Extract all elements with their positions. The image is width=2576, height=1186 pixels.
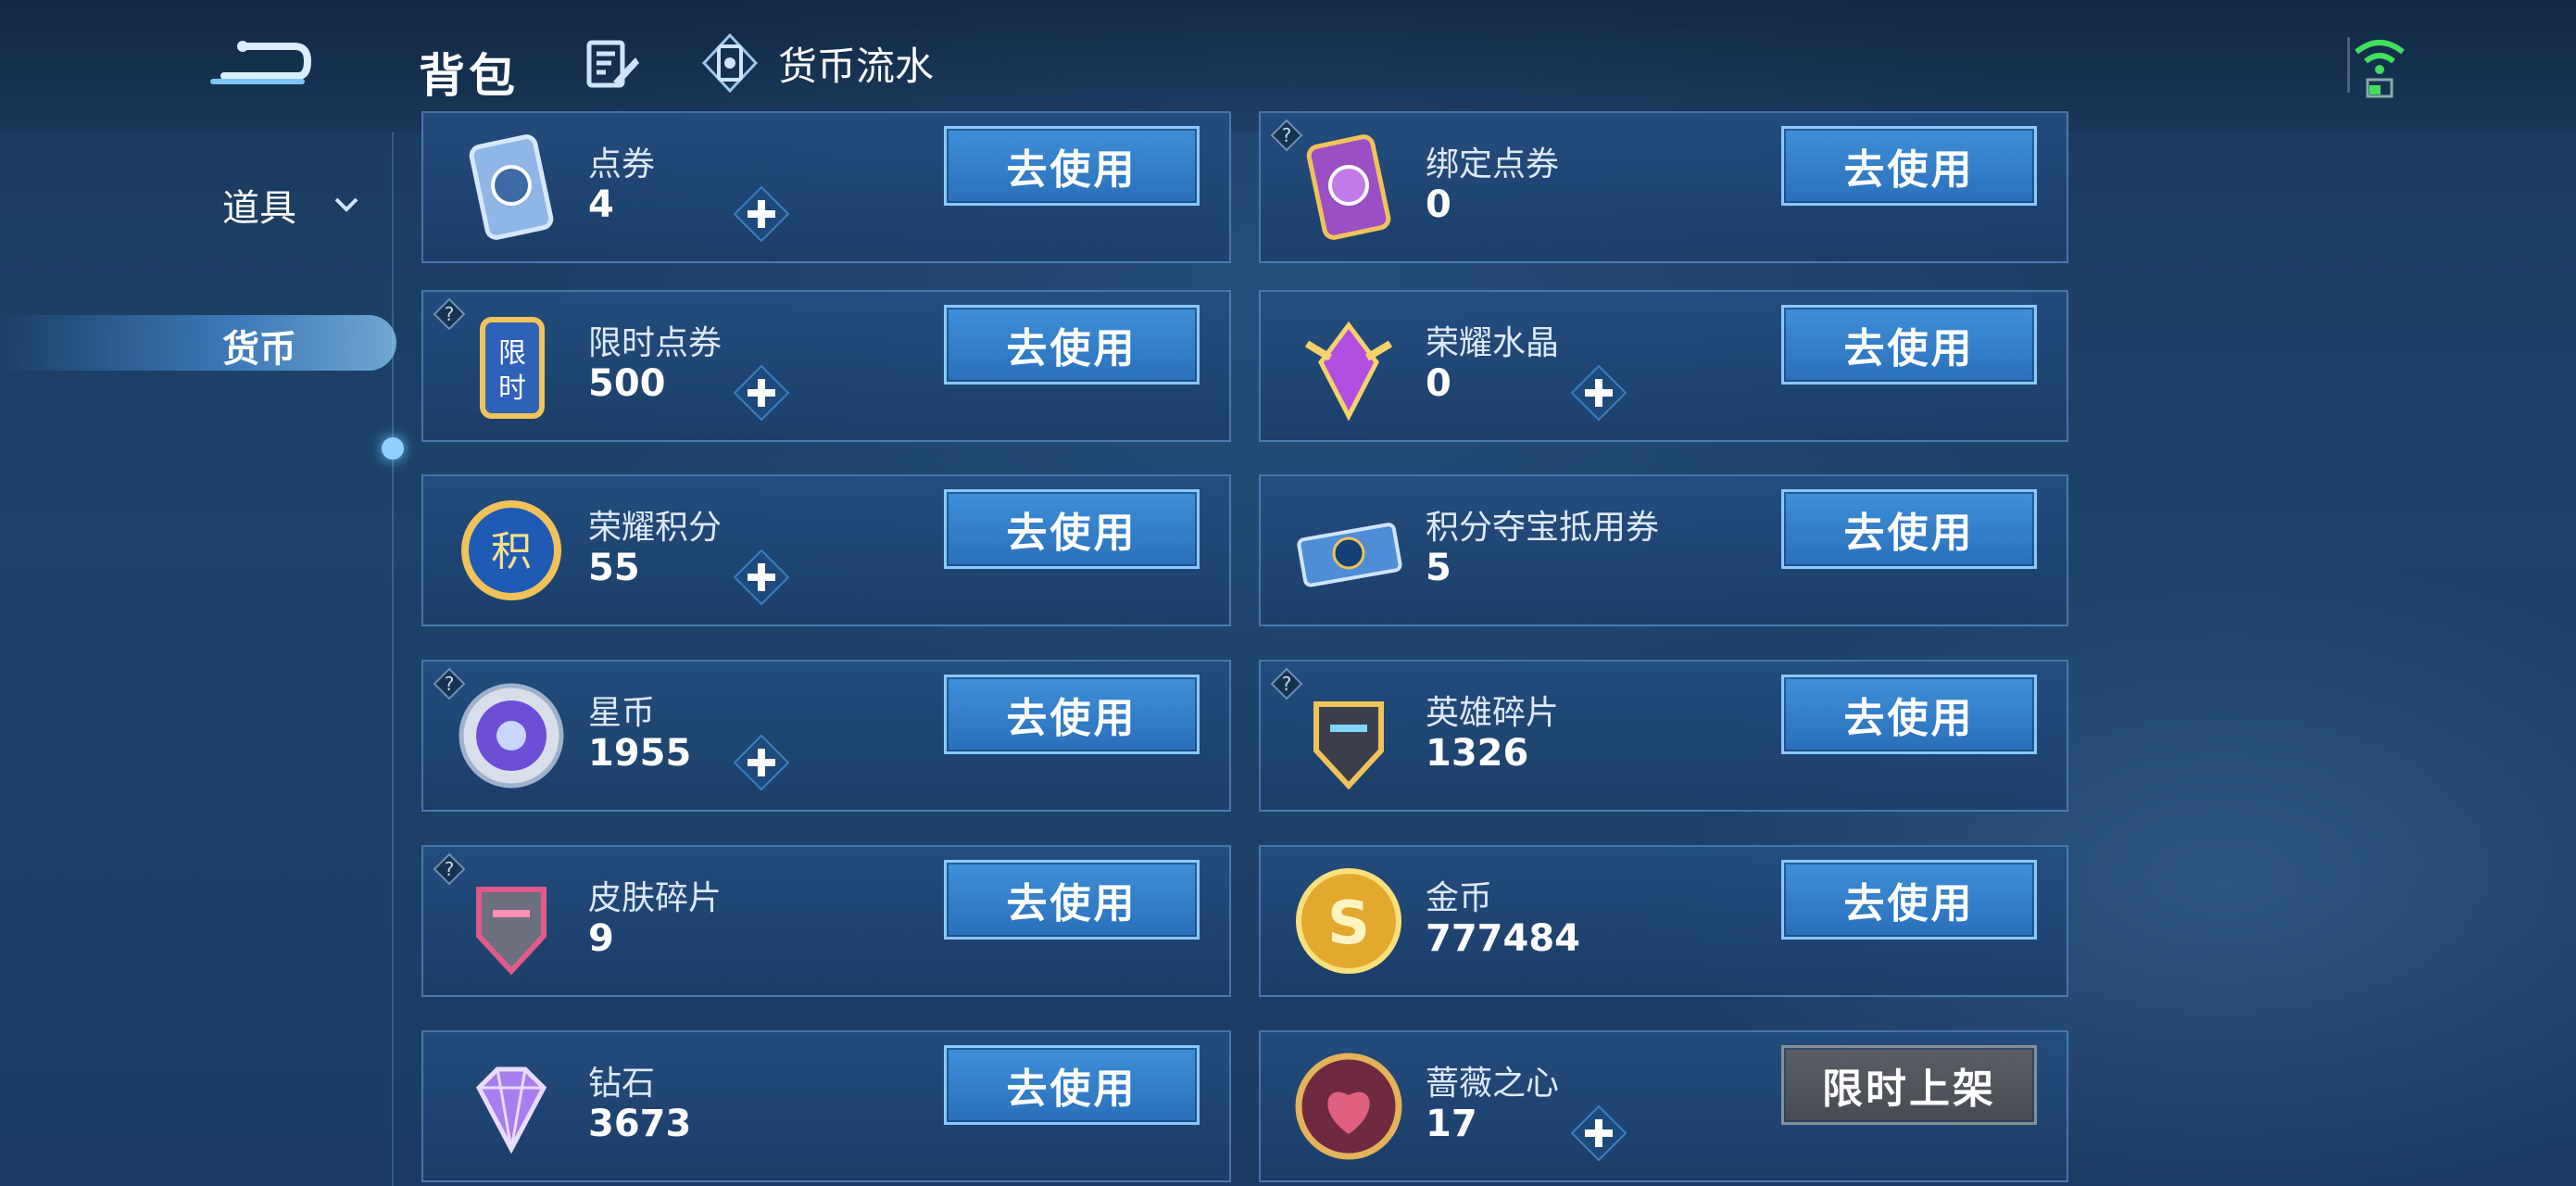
currency-card: 皮肤碎片 9 去使用	[421, 845, 1231, 997]
currency-count: 17	[1426, 1103, 1477, 1145]
currency-name: 英雄碎片	[1426, 694, 1560, 732]
currency-flow-tab[interactable]: 货币流水	[702, 33, 934, 93]
use-button[interactable]: 去使用	[1781, 489, 2037, 569]
currency-card: 积 荣耀积分 55 去使用	[421, 474, 1231, 626]
currency-name: 钻石	[588, 1065, 656, 1103]
currency-count: 1326	[1426, 732, 1529, 775]
sidebar: 道具 货币	[0, 132, 404, 1186]
help-icon[interactable]	[433, 297, 466, 331]
use-button[interactable]: 去使用	[944, 305, 1200, 385]
currency-name: 点券	[588, 145, 656, 183]
currency-card: 限时 限时点券 500 去使用	[421, 290, 1231, 442]
currency-name: 金币	[1426, 879, 1493, 917]
currency-card: 星币 1955 去使用	[421, 660, 1231, 812]
plus-icon[interactable]	[733, 185, 790, 243]
help-icon[interactable]	[433, 852, 466, 886]
glory-points-icon: 积	[461, 500, 561, 600]
currency-flow-icon	[702, 33, 758, 93]
svg-text:S: S	[1327, 890, 1370, 958]
currency-name: 星币	[588, 694, 656, 732]
currency-count: 4	[588, 183, 614, 226]
currency-name: 积分夺宝抵用券	[1426, 509, 1660, 547]
svg-text:积: 积	[491, 528, 532, 575]
currency-count: 0	[1426, 183, 1451, 226]
currency-card: 钻石 3673 去使用	[421, 1030, 1231, 1182]
use-button[interactable]: 去使用	[944, 126, 1200, 206]
use-button[interactable]: 去使用	[944, 675, 1200, 754]
plus-icon[interactable]	[733, 364, 790, 422]
svg-text:限: 限	[498, 337, 526, 370]
skin-fragment-icon	[476, 887, 547, 976]
plus-icon[interactable]	[733, 549, 790, 606]
currency-name: 蔷薇之心	[1426, 1065, 1560, 1103]
currency-count: 3673	[588, 1103, 692, 1145]
currency-count: 1955	[588, 732, 692, 775]
currency-name: 绑定点券	[1426, 145, 1560, 183]
use-button[interactable]: 去使用	[1781, 675, 2037, 754]
selected-indicator	[382, 437, 404, 460]
use-button[interactable]: 去使用	[944, 860, 1200, 940]
currency-name: 皮肤碎片	[588, 879, 723, 917]
back-icon[interactable]	[206, 30, 317, 93]
plus-icon[interactable]	[1570, 1104, 1627, 1162]
use-button[interactable]: 去使用	[944, 1045, 1200, 1125]
use-button[interactable]: 去使用	[1781, 305, 2037, 385]
currency-count: 55	[588, 547, 640, 589]
currency-name: 荣耀水晶	[1426, 324, 1560, 362]
selection-highlight	[0, 315, 396, 371]
edit-icon[interactable]	[585, 37, 641, 93]
rose-heart-icon	[1295, 1053, 1402, 1160]
currency-card: S 金币 777484 去使用	[1259, 845, 2068, 997]
currency-card: 荣耀水晶 0 去使用	[1259, 290, 2068, 442]
diamond-icon	[475, 1066, 547, 1154]
currency-card: 绑定点券 0 去使用	[1259, 111, 2068, 263]
sidebar-item-label: 货币	[222, 328, 296, 371]
currency-card: 蔷薇之心 17 限时上架	[1259, 1030, 2068, 1182]
help-icon[interactable]	[433, 667, 466, 700]
divider	[2347, 37, 2350, 93]
help-icon[interactable]	[1270, 667, 1303, 700]
svg-text:时: 时	[498, 372, 526, 405]
plus-icon[interactable]	[733, 734, 790, 791]
timed-coupon-icon: 限时	[480, 317, 545, 419]
limited-listing-button[interactable]: 限时上架	[1781, 1045, 2037, 1125]
help-icon[interactable]	[1270, 119, 1303, 152]
sidebar-item-label: 道具	[222, 187, 296, 230]
bound-coupon-icon	[1306, 134, 1391, 240]
use-button[interactable]: 去使用	[1781, 860, 2037, 940]
plus-icon[interactable]	[1570, 364, 1627, 422]
currency-count: 9	[588, 917, 614, 960]
page-title: 背包	[419, 49, 519, 103]
currency-card: 英雄碎片 1326 去使用	[1259, 660, 2068, 812]
sidebar-item-items[interactable]: 道具	[222, 178, 359, 232]
use-button[interactable]: 去使用	[944, 489, 1200, 569]
coupon-icon	[469, 134, 554, 240]
currency-card: 点券 4 去使用	[421, 111, 1231, 263]
chevron-down-icon	[334, 197, 358, 212]
currency-count: 500	[588, 362, 666, 405]
currency-count: 5	[1426, 547, 1451, 589]
currency-card: 积分夺宝抵用券 5 去使用	[1259, 474, 2068, 626]
wifi-icon	[2355, 40, 2405, 98]
lottery-voucher-icon	[1297, 523, 1402, 587]
glory-crystal-icon	[1304, 321, 1393, 422]
currency-flow-label: 货币流水	[778, 43, 935, 89]
currency-count: 777484	[1426, 917, 1580, 960]
use-button[interactable]: 去使用	[1781, 126, 2037, 206]
currency-name: 荣耀积分	[588, 509, 723, 547]
sidebar-item-currency[interactable]: 货币	[0, 291, 396, 393]
sidebar-divider	[392, 132, 394, 1186]
hero-fragment-icon	[1313, 701, 1384, 790]
currency-name: 限时点券	[588, 324, 723, 362]
star-coin-icon	[459, 683, 564, 789]
gold-coin-icon: S	[1296, 868, 1401, 974]
currency-count: 0	[1426, 362, 1451, 405]
